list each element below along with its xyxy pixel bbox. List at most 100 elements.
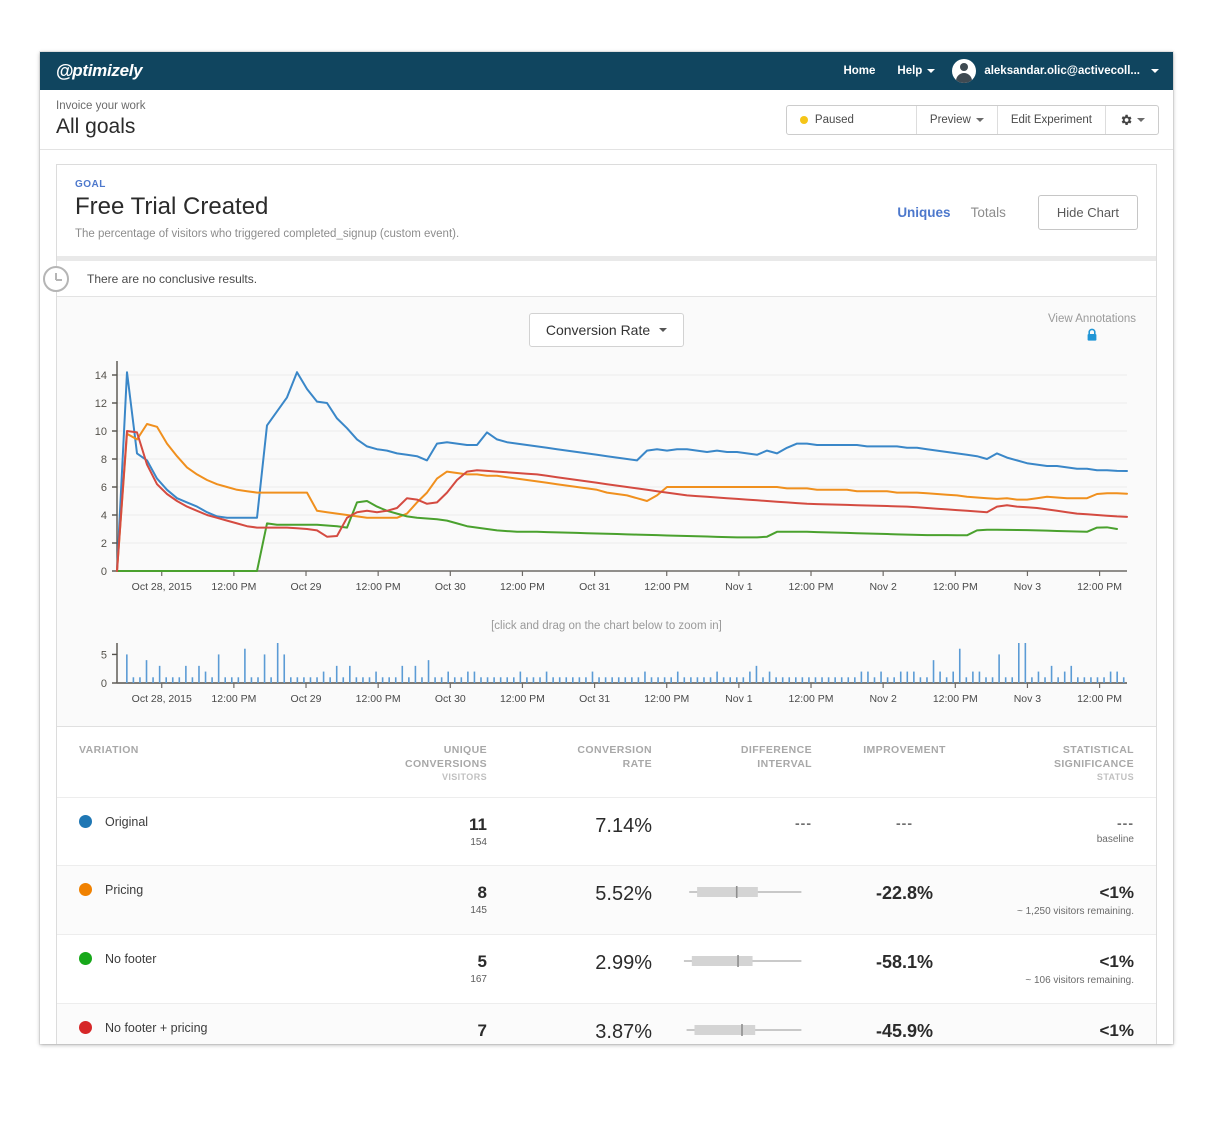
svg-text:12:00 PM: 12:00 PM <box>356 581 401 593</box>
table-row[interactable]: Pricing 8 145 5.52% -22.8% <1% ~ 1,250 visitor… <box>57 865 1156 936</box>
chart-plot-area[interactable]: 0 2 4 6 8 10 12 14 Oct 28, 2015 12:00 PM Oct 29 12:… <box>57 353 1156 618</box>
metric-select-label: Conversion Rate <box>545 322 651 338</box>
table-row[interactable]: No footer + pricing 7 1813.87% -45.9%<1%~ 2… <box>57 1003 1156 1044</box>
improvement-cell: -58.1% <box>812 934 997 1005</box>
statistical-significance-cell: <1% ~ 1,250 visitors remaining. <box>997 865 1156 936</box>
header-actions: Paused Preview Edit Experiment <box>785 104 1159 135</box>
unique-conversions-value: 11 <box>469 815 487 835</box>
svg-text:12:00 PM: 12:00 PM <box>789 693 834 705</box>
page-header: Invoice your work All goals Paused Previ… <box>40 90 1173 150</box>
user-email-label: aleksandar.olic@activecoll... <box>984 65 1140 77</box>
svg-text:12:00 PM: 12:00 PM <box>644 581 689 593</box>
svg-text:12:00 PM: 12:00 PM <box>1077 693 1122 705</box>
variation-name: Original <box>105 815 149 830</box>
results-table-body: Original 11 154 7.14% --- --- --- baseline Prici… <box>57 797 1156 1044</box>
chevron-down-icon <box>1151 68 1159 73</box>
column-header-conversion-rate-label: CONVERSION RATE <box>577 744 652 771</box>
variation-name: No footer <box>105 952 157 967</box>
breadcrumb: Invoice your work All goals <box>56 100 145 139</box>
svg-text:0: 0 <box>101 678 107 690</box>
statistical-significance-cell: <1%~ 206 visitors remaining. <box>997 1003 1156 1044</box>
goal-controls: Uniques Totals Hide Chart <box>887 179 1138 230</box>
svg-text:Oct 30: Oct 30 <box>435 693 466 705</box>
unique-conversions-cell: 7 181 <box>327 1003 487 1044</box>
optimizely-logo[interactable]: @ ptimizely <box>56 61 143 82</box>
preview-label: Preview <box>929 113 971 126</box>
clock-icon <box>43 265 69 292</box>
table-row[interactable]: No footer 5 167 2.99% -58.1% <1% ~ 106 visitor… <box>57 934 1156 1005</box>
tab-totals[interactable]: Totals <box>961 205 1016 220</box>
chevron-down-icon <box>975 117 984 122</box>
improvement-cell: -22.8% <box>812 865 997 936</box>
tab-uniques[interactable]: Uniques <box>887 205 960 220</box>
statistical-significance-cell: <1% ~ 106 visitors remaining. <box>997 934 1156 1005</box>
svg-text:8: 8 <box>101 454 107 466</box>
variation-cell: No footer <box>57 934 327 1005</box>
user-account-menu[interactable]: aleksandar.olic@activecoll... <box>984 65 1159 77</box>
svg-text:12:00 PM: 12:00 PM <box>211 693 256 705</box>
svg-text:12:00 PM: 12:00 PM <box>500 693 545 705</box>
nav-home-link[interactable]: Home <box>832 65 886 77</box>
page-content: GOAL Free Trial Created The percentage o… <box>40 150 1173 1044</box>
preview-button[interactable]: Preview <box>917 105 998 134</box>
hide-chart-button[interactable]: Hide Chart <box>1037 195 1138 230</box>
brand-text: ptimizely <box>72 61 143 80</box>
improvement-cell: -45.9% <box>812 1003 997 1044</box>
edit-experiment-button[interactable]: Edit Experiment <box>998 105 1106 134</box>
visitors-value: 167 <box>470 974 487 986</box>
results-table-head: VARIATION UNIQUE CONVERSIONS VISITORS CON… <box>57 727 1156 799</box>
goal-header: GOAL Free Trial Created The percentage o… <box>57 165 1156 256</box>
header-button-group: Paused Preview Edit Experiment <box>785 104 1159 135</box>
difference-interval-cell <box>652 934 812 1005</box>
column-header-variation: VARIATION <box>57 727 327 799</box>
conversion-rate-cell: 5.52% <box>487 865 652 936</box>
improvement-cell: --- <box>812 797 997 867</box>
settings-menu-button[interactable] <box>1106 106 1158 134</box>
difference-interval-cell <box>652 1003 812 1044</box>
goal-kicker-label: GOAL <box>75 179 106 190</box>
significance-status: ~ 1,250 visitors remaining. <box>1016 906 1134 918</box>
svg-text:Oct 29: Oct 29 <box>291 693 322 705</box>
metric-select-dropdown[interactable]: Conversion Rate <box>528 313 685 347</box>
statistical-significance-cell: --- baseline <box>997 797 1156 867</box>
svg-text:Nov 2: Nov 2 <box>869 693 897 705</box>
unique-conversions-cell: 11 154 <box>327 797 487 867</box>
results-notice: There are no conclusive results. <box>43 261 1156 297</box>
conversion-rate-line-chart[interactable]: 0 2 4 6 8 10 12 14 Oct 28, 2015 12:00 PM Oct 29 12:… <box>57 353 1156 613</box>
chevron-down-icon <box>927 68 936 73</box>
svg-text:Oct 29: Oct 29 <box>291 581 322 593</box>
svg-text:12:00 PM: 12:00 PM <box>211 581 256 593</box>
nav-help-menu[interactable]: Help <box>886 65 946 77</box>
conversions-navigator-bar-chart[interactable]: 0 5 Oct 28, 2015 12:00 PM Oct 29 12:00 PM Oct … <box>57 635 1156 715</box>
significance-value: <1% <box>1099 883 1135 903</box>
nav-help-label: Help <box>897 65 923 77</box>
svg-text:12:00 PM: 12:00 PM <box>1077 581 1122 593</box>
unique-conversions-cell: 8 145 <box>327 865 487 936</box>
breadcrumb-project[interactable]: Invoice your work <box>56 100 145 113</box>
conversion-rate-cell: 2.99% <box>487 934 652 1005</box>
svg-text:12: 12 <box>95 398 107 410</box>
variation-cell: Pricing <box>57 865 327 936</box>
top-navigation-bar: @ ptimizely Home Help aleksandar.olic@act… <box>40 52 1173 90</box>
conversion-rate-cell: 3.87% <box>487 1003 652 1044</box>
svg-text:12:00 PM: 12:00 PM <box>933 693 978 705</box>
difference-interval-boxplot <box>689 886 802 899</box>
column-header-difference-interval-label: DIFFERENCE INTERVAL <box>740 744 812 771</box>
svg-text:Nov 1: Nov 1 <box>725 581 753 593</box>
column-header-improvement: IMPROVEMENT <box>812 727 997 799</box>
view-annotations-control[interactable]: View Annotations <box>1048 313 1136 347</box>
avatar[interactable] <box>952 59 977 83</box>
variation-cell: Original <box>57 797 327 867</box>
column-header-statistical-significance-label: STATISTICAL SIGNIFICANCE <box>1053 744 1134 771</box>
column-header-difference-interval: DIFFERENCE INTERVAL <box>652 727 812 799</box>
svg-text:Nov 2: Nov 2 <box>869 581 897 593</box>
chart-navigator-area[interactable]: 0 5 Oct 28, 2015 12:00 PM Oct 29 12:00 PM Oct … <box>57 635 1156 720</box>
experiment-status-button[interactable]: Paused <box>787 105 917 134</box>
unique-conversions-value: 5 <box>477 952 487 972</box>
table-row[interactable]: Original 11 154 7.14% --- --- --- baseline <box>57 797 1156 867</box>
difference-interval-value: --- <box>795 815 812 832</box>
svg-text:Nov 3: Nov 3 <box>1014 693 1042 705</box>
results-notice-text: There are no conclusive results. <box>87 271 258 286</box>
significance-value: --- <box>1117 815 1134 832</box>
goal-results-card: GOAL Free Trial Created The percentage o… <box>43 164 1157 1044</box>
